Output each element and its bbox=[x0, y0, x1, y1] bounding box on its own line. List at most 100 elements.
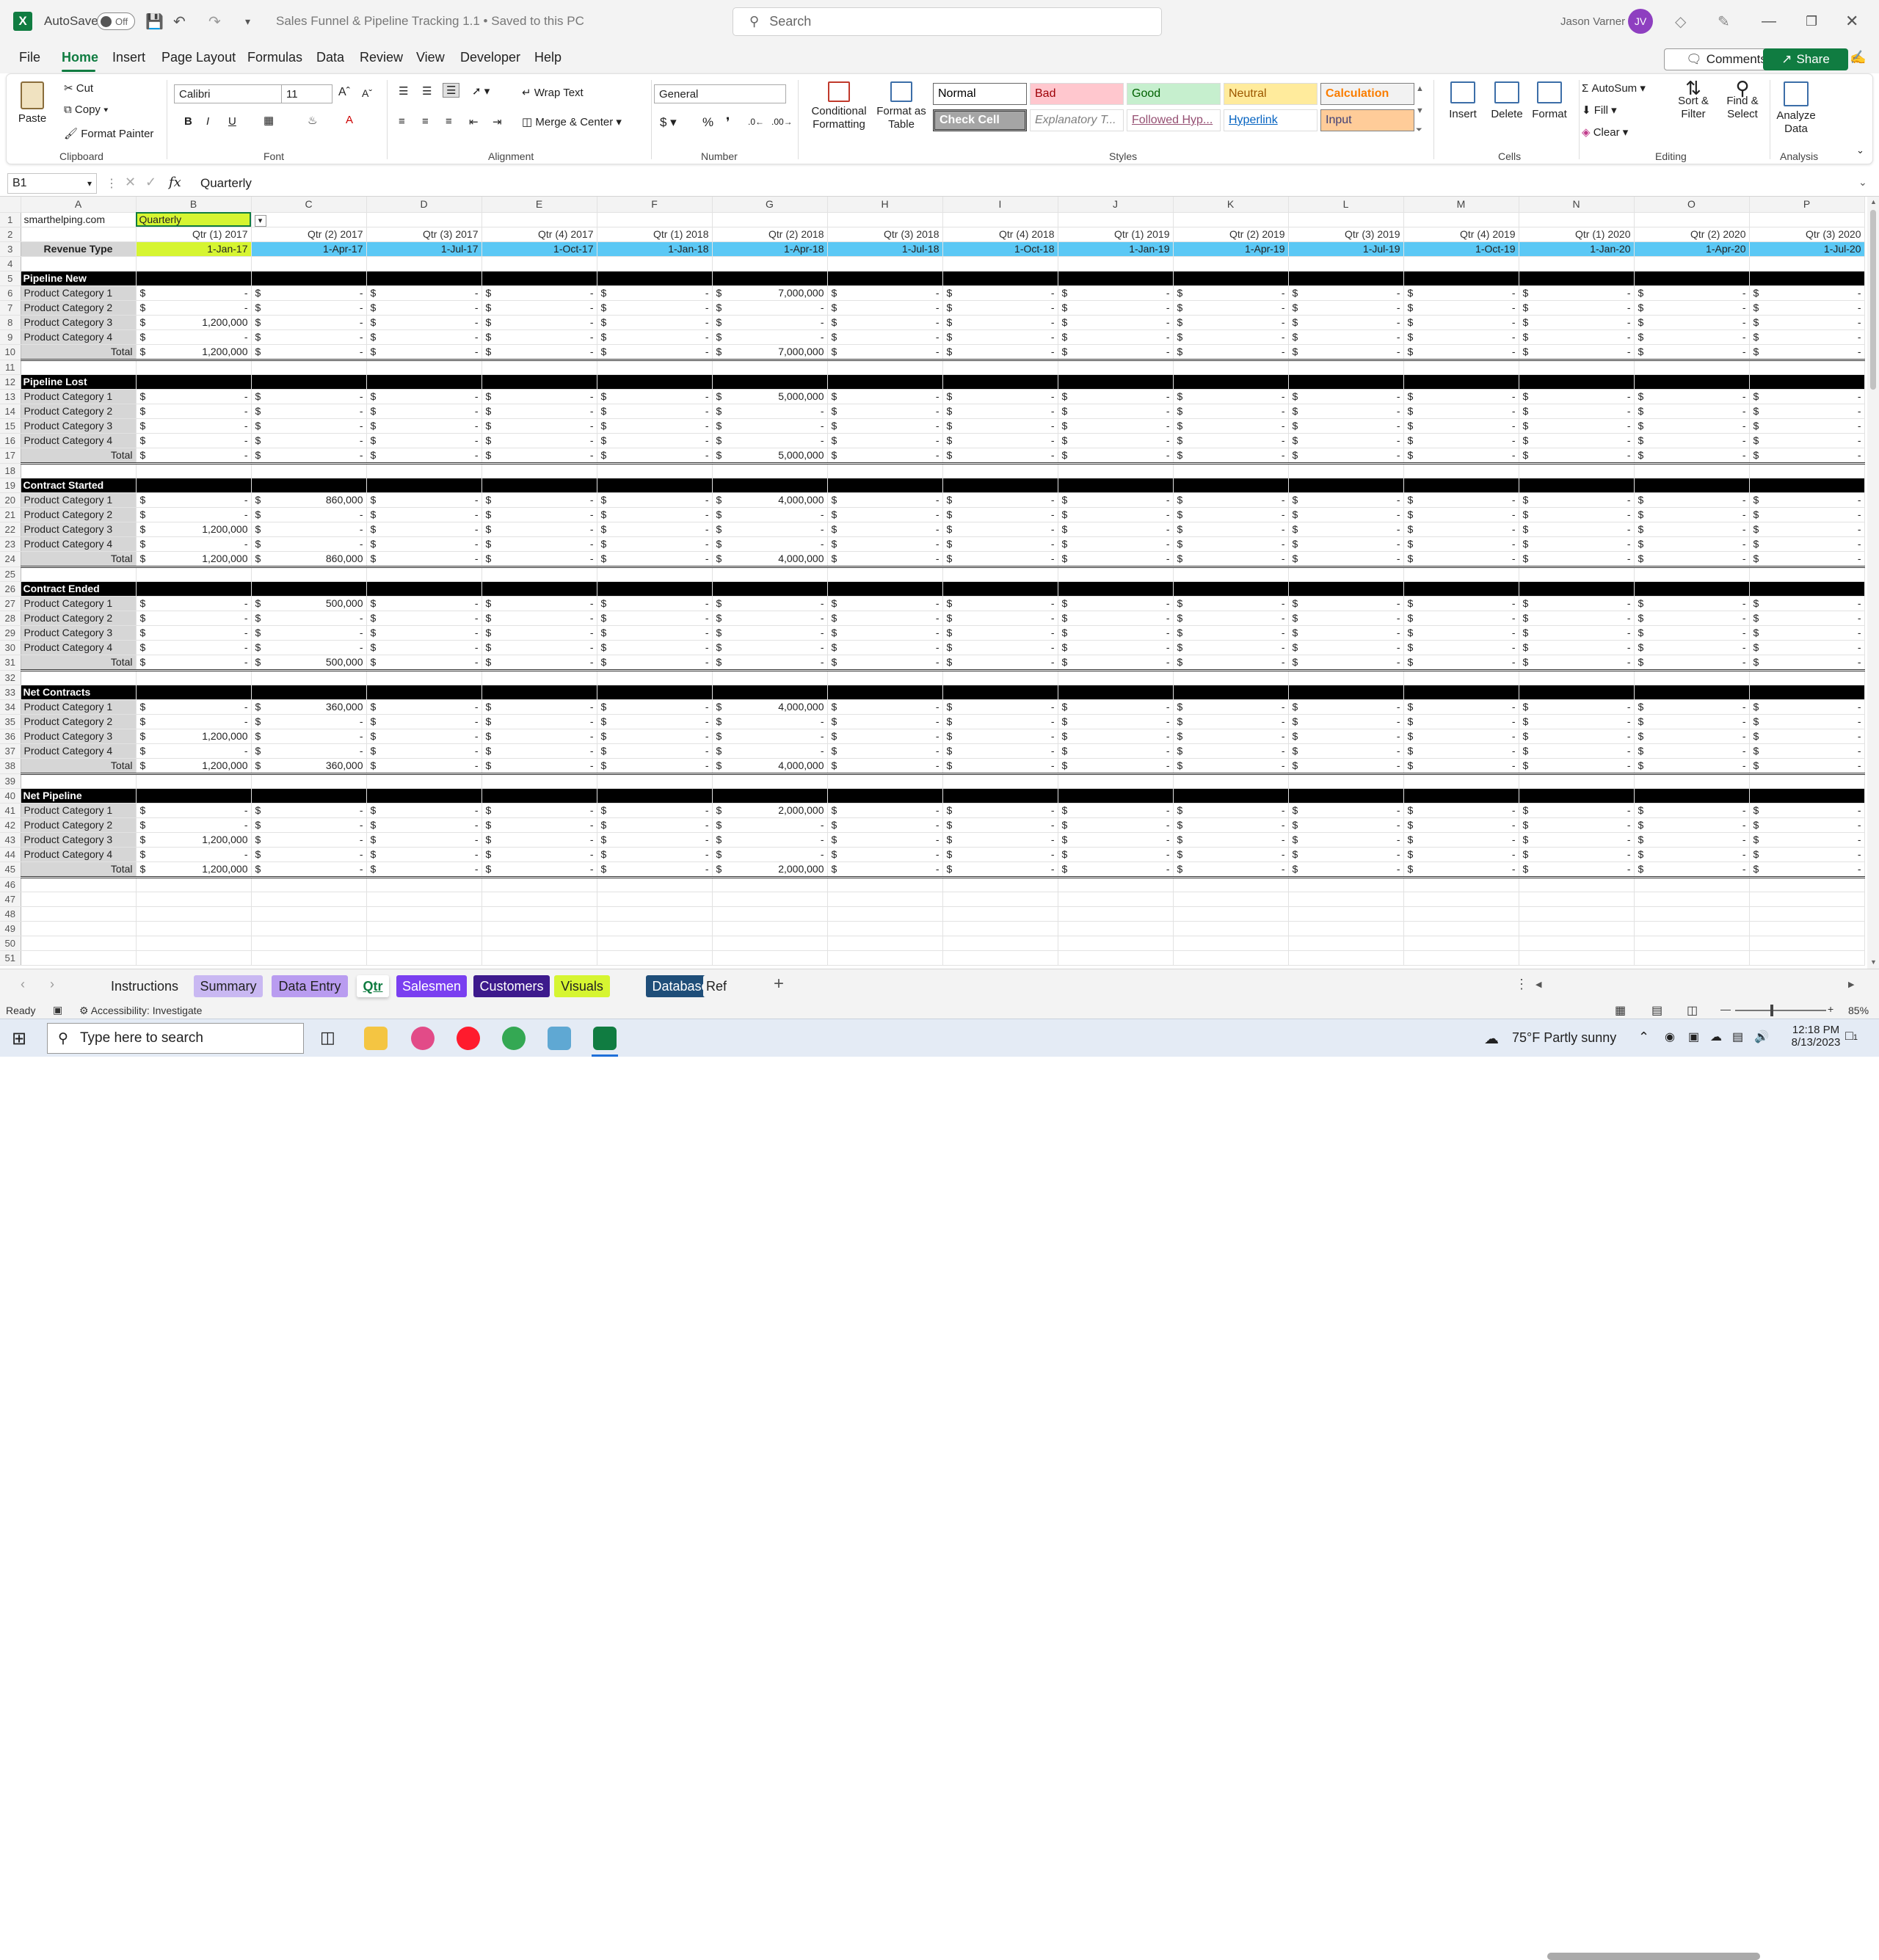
cell[interactable] bbox=[827, 892, 943, 907]
amount-cell[interactable]: $ - bbox=[1519, 596, 1635, 611]
amount-cell[interactable]: $ - bbox=[1749, 536, 1865, 552]
opera-icon[interactable] bbox=[457, 1027, 480, 1050]
cell[interactable] bbox=[1288, 670, 1404, 685]
cell[interactable] bbox=[942, 212, 1058, 227]
cell[interactable]: ▾ bbox=[251, 212, 367, 227]
amount-cell[interactable]: $ - bbox=[712, 433, 828, 448]
analyze-data-button[interactable]: Analyze Data bbox=[1774, 81, 1818, 136]
cell[interactable] bbox=[1519, 906, 1635, 922]
amount-cell[interactable]: $ - bbox=[1519, 536, 1635, 552]
save-icon[interactable]: 💾 bbox=[145, 0, 164, 43]
amount-cell[interactable]: $ - bbox=[1403, 404, 1519, 419]
sheet-tab-summary[interactable]: Summary bbox=[194, 975, 263, 997]
amount-cell[interactable]: $ - bbox=[251, 329, 367, 345]
amount-cell[interactable]: $ - bbox=[597, 596, 713, 611]
cell[interactable] bbox=[1288, 877, 1404, 892]
cell[interactable] bbox=[21, 463, 137, 478]
cell[interactable] bbox=[1058, 950, 1174, 966]
amount-cell[interactable]: $ - bbox=[1749, 803, 1865, 818]
amount-cell[interactable]: $ - bbox=[1403, 743, 1519, 759]
amount-cell[interactable]: $ - bbox=[1288, 861, 1404, 878]
cell[interactable] bbox=[366, 670, 482, 685]
amount-cell[interactable]: $ - bbox=[1519, 300, 1635, 316]
amount-cell[interactable]: $7,000,000 bbox=[712, 285, 828, 301]
amount-cell[interactable]: $ - bbox=[597, 329, 713, 345]
amount-cell[interactable]: $ - bbox=[1519, 448, 1635, 465]
amount-cell[interactable]: $ - bbox=[597, 404, 713, 419]
cell[interactable] bbox=[251, 256, 367, 272]
amount-cell[interactable]: $4,000,000 bbox=[712, 699, 828, 715]
amount-cell[interactable]: $ - bbox=[827, 300, 943, 316]
cell[interactable] bbox=[942, 360, 1058, 375]
amount-cell[interactable]: $ - bbox=[1634, 344, 1750, 361]
amount-cell[interactable]: $ - bbox=[1058, 803, 1174, 818]
borders-icon[interactable]: ▦ bbox=[264, 114, 274, 127]
cell[interactable] bbox=[21, 906, 137, 922]
cell[interactable] bbox=[827, 950, 943, 966]
cell[interactable] bbox=[1519, 566, 1635, 582]
cell[interactable] bbox=[366, 212, 482, 227]
amount-cell[interactable]: $ - bbox=[1173, 817, 1289, 833]
row-header[interactable]: 25 bbox=[0, 566, 21, 582]
cell[interactable] bbox=[366, 256, 482, 272]
amount-cell[interactable]: $ - bbox=[1519, 285, 1635, 301]
cell[interactable] bbox=[1634, 950, 1750, 966]
cell[interactable] bbox=[251, 906, 367, 922]
amount-cell[interactable]: $ - bbox=[1519, 522, 1635, 537]
scroll-left-icon[interactable]: ◀ bbox=[1535, 980, 1541, 989]
cell[interactable] bbox=[712, 921, 828, 936]
amount-cell[interactable]: $ - bbox=[1634, 743, 1750, 759]
italic-icon[interactable]: I bbox=[206, 115, 209, 128]
dropdown-arrow-icon[interactable]: ▾ bbox=[254, 214, 266, 226]
cell[interactable] bbox=[827, 773, 943, 789]
amount-cell[interactable]: $ - bbox=[1288, 507, 1404, 522]
amount-cell[interactable]: $ - bbox=[597, 418, 713, 434]
row-header[interactable]: 13 bbox=[0, 389, 21, 404]
amount-cell[interactable]: $ - bbox=[827, 640, 943, 655]
row-header[interactable]: 48 bbox=[0, 906, 21, 922]
next-sheet-icon[interactable]: › bbox=[50, 977, 54, 992]
amount-cell[interactable]: $ - bbox=[1173, 803, 1289, 818]
amount-cell[interactable]: $ - bbox=[136, 803, 252, 818]
amount-cell[interactable]: $ - bbox=[827, 285, 943, 301]
cell[interactable] bbox=[1058, 566, 1174, 582]
amount-cell[interactable]: $ - bbox=[481, 699, 597, 715]
scroll-down-icon[interactable]: ▼ bbox=[1870, 958, 1877, 966]
cell[interactable] bbox=[21, 921, 137, 936]
amount-cell[interactable]: $ - bbox=[942, 817, 1058, 833]
amount-cell[interactable]: $ - bbox=[1634, 817, 1750, 833]
cell[interactable] bbox=[597, 892, 713, 907]
amount-cell[interactable]: $ - bbox=[942, 536, 1058, 552]
amount-cell[interactable]: $ - bbox=[942, 861, 1058, 878]
row-header[interactable]: 45 bbox=[0, 861, 21, 878]
share-button[interactable]: ↗ Share bbox=[1763, 48, 1848, 70]
amount-cell[interactable]: $ - bbox=[251, 640, 367, 655]
cell[interactable] bbox=[1288, 773, 1404, 789]
fill-color-icon[interactable]: ♨ bbox=[308, 114, 317, 127]
cell[interactable] bbox=[1403, 921, 1519, 936]
middle-align-icon[interactable]: ☰ bbox=[422, 84, 432, 98]
amount-cell[interactable]: $ - bbox=[1288, 758, 1404, 775]
amount-cell[interactable]: $ - bbox=[1403, 817, 1519, 833]
amount-cell[interactable]: $ - bbox=[136, 714, 252, 729]
row-header[interactable]: 11 bbox=[0, 360, 21, 375]
amount-cell[interactable]: $ - bbox=[827, 418, 943, 434]
sheet-tab-customers[interactable]: Customers bbox=[473, 975, 550, 997]
amount-cell[interactable]: $ - bbox=[136, 596, 252, 611]
amount-cell[interactable]: $ - bbox=[827, 315, 943, 330]
cell[interactable] bbox=[1634, 906, 1750, 922]
amount-cell[interactable]: $ - bbox=[597, 729, 713, 744]
amount-cell[interactable]: $ - bbox=[942, 625, 1058, 641]
align-right-icon[interactable]: ≡ bbox=[446, 115, 452, 128]
amount-cell[interactable]: $ - bbox=[827, 448, 943, 465]
amount-cell[interactable]: $ - bbox=[1519, 803, 1635, 818]
amount-cell[interactable]: $ - bbox=[1288, 832, 1404, 848]
cell[interactable] bbox=[1634, 877, 1750, 892]
amount-cell[interactable]: $ - bbox=[366, 344, 482, 361]
amount-cell[interactable]: $ - bbox=[1749, 655, 1865, 671]
row-header[interactable]: 29 bbox=[0, 625, 21, 641]
cell[interactable] bbox=[1403, 877, 1519, 892]
row-header[interactable]: 51 bbox=[0, 950, 21, 966]
row-header[interactable]: 40 bbox=[0, 788, 21, 804]
find-select-button[interactable]: ⚲ Find & Select bbox=[1718, 79, 1767, 121]
